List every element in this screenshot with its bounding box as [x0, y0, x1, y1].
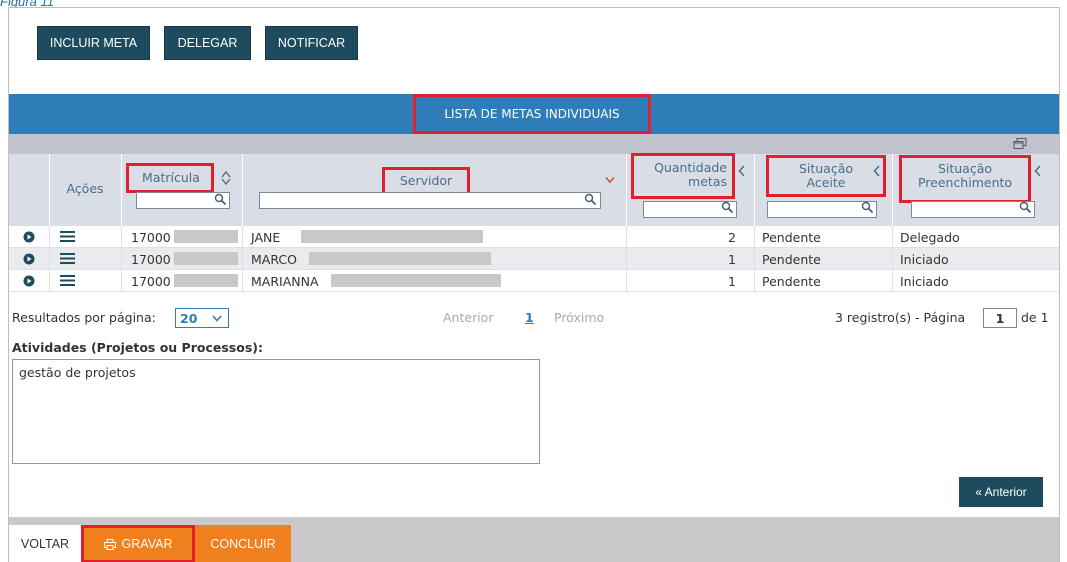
anterior-button[interactable]: « Anterior	[959, 477, 1043, 507]
col-header-quantidade-line1: Quantidade	[654, 160, 727, 175]
cell-matricula: 17000	[131, 273, 171, 289]
situacao-preenchimento-filter-input[interactable]	[911, 201, 1035, 218]
anterior-link[interactable]: Anterior	[443, 310, 493, 325]
chevron-down-icon	[212, 315, 222, 322]
cell-situacao-aceite: Pendente	[762, 251, 821, 267]
footer-bar: VOLTAR GRAVAR CONCLUIR	[9, 517, 1059, 562]
redacted-block	[331, 274, 501, 287]
redacted-block	[309, 252, 491, 265]
results-per-page-label: Resultados por página:	[12, 310, 156, 325]
grid-line	[242, 226, 243, 292]
cell-situacao-aceite: Pendente	[762, 273, 821, 289]
col-header-situacao-aceite[interactable]: Situação Aceite	[771, 162, 881, 190]
sort-icon[interactable]	[221, 170, 231, 186]
total-pages: de 1	[1021, 310, 1049, 325]
cell-situacao-aceite: Pendente	[762, 229, 821, 245]
chevron-left-icon[interactable]	[738, 165, 746, 177]
menu-icon[interactable]	[60, 230, 75, 243]
grid-line	[121, 226, 122, 292]
redacted-block	[174, 230, 238, 243]
cell-quantidade: 1	[728, 273, 736, 289]
proximo-link[interactable]: Próximo	[554, 310, 604, 325]
search-icon[interactable]	[1019, 201, 1032, 214]
column-separator	[892, 154, 893, 226]
incluir-meta-button[interactable]: INCLUIR META	[37, 26, 150, 60]
cell-situacao-preenchimento: Delegado	[900, 229, 960, 245]
gravar-label: GRAVAR	[121, 537, 173, 551]
column-separator	[626, 154, 627, 226]
cell-matricula: 17000	[131, 229, 171, 245]
grid-line	[49, 226, 50, 292]
page-number-input[interactable]: 1	[983, 308, 1017, 328]
column-separator	[49, 154, 50, 226]
cell-quantidade: 1	[728, 251, 736, 267]
grid-line	[892, 226, 893, 292]
chevron-left-icon[interactable]	[1034, 165, 1042, 177]
grid-line	[754, 226, 755, 292]
gravar-button[interactable]: GRAVAR	[81, 525, 195, 562]
column-separator	[121, 154, 122, 226]
expand-icon[interactable]	[23, 275, 35, 287]
expand-icon[interactable]	[23, 253, 35, 265]
col-header-aceite-line1: Situação	[798, 161, 854, 176]
redacted-block	[174, 252, 238, 265]
atividades-label: Atividades (Projetos ou Processos):	[12, 340, 263, 355]
expand-icon[interactable]	[23, 231, 35, 243]
search-icon[interactable]	[721, 201, 734, 214]
col-header-acoes: Ações	[66, 181, 104, 196]
col-header-preench-line1: Situação	[937, 161, 993, 176]
notificar-button[interactable]: NOTIFICAR	[265, 26, 358, 60]
chevron-down-icon[interactable]	[605, 176, 615, 184]
cell-situacao-preenchimento: Iniciado	[900, 251, 949, 267]
atividades-textarea[interactable]: gestão de projetos	[12, 359, 540, 464]
cell-quantidade: 2	[728, 229, 736, 245]
search-icon[interactable]	[584, 193, 597, 206]
chevron-left-icon[interactable]	[873, 165, 881, 177]
col-header-preench-line2: Preenchimento	[917, 175, 1013, 190]
search-icon[interactable]	[861, 201, 874, 214]
current-page-link[interactable]: 1	[525, 310, 534, 325]
menu-icon[interactable]	[60, 252, 75, 265]
concluir-button[interactable]: CONCLUIR	[195, 525, 291, 562]
table-row[interactable]: 17000 MARCO 1 Pendente Iniciado	[9, 248, 1059, 270]
page-frame: INCLUIR META DELEGAR NOTIFICAR LISTA DE …	[8, 7, 1060, 562]
grid-line	[626, 226, 627, 292]
records-summary: 3 registro(s) - Página	[835, 310, 966, 325]
search-icon[interactable]	[214, 193, 227, 206]
cell-matricula: 17000	[131, 251, 171, 267]
table-header-strip	[9, 134, 1059, 154]
cell-situacao-preenchimento: Iniciado	[900, 273, 949, 289]
page-size-value: 20	[180, 310, 198, 326]
redacted-block	[174, 274, 238, 287]
col-header-quantidade[interactable]: Quantidade metas	[635, 161, 731, 189]
table-row[interactable]: 17000 JANE 2 Pendente Delegado	[9, 226, 1059, 248]
pagination-bar: Resultados por página: 20 Anterior 1 Pró…	[9, 308, 1059, 330]
col-header-matricula[interactable]: Matrícula	[131, 171, 211, 185]
cell-servidor: JANE	[251, 229, 281, 245]
printer-icon	[103, 538, 116, 550]
voltar-button[interactable]: VOLTAR	[9, 525, 81, 562]
servidor-filter-input[interactable]	[259, 192, 601, 209]
menu-icon[interactable]	[60, 274, 75, 287]
table-row[interactable]: 17000 MARIANNA 1 Pendente Iniciado	[9, 270, 1059, 292]
delegar-button[interactable]: DELEGAR	[164, 26, 251, 60]
col-header-servidor[interactable]: Servidor	[385, 174, 467, 188]
list-header: LISTA DE METAS INDIVIDUAIS	[9, 94, 1059, 134]
col-header-situacao-preenchimento[interactable]: Situação Preenchimento	[902, 162, 1028, 190]
list-title: LISTA DE METAS INDIVIDUAIS	[413, 94, 651, 134]
column-separator	[754, 154, 755, 226]
cell-servidor: MARIANNA	[251, 273, 319, 289]
page-size-select[interactable]: 20	[175, 308, 229, 328]
restore-window-icon[interactable]	[1013, 138, 1027, 150]
redacted-block	[301, 230, 483, 243]
col-header-aceite-line2: Aceite	[806, 175, 846, 190]
column-separator	[242, 154, 243, 226]
col-header-quantidade-line2: metas	[688, 174, 727, 189]
cell-servidor: MARCO	[251, 251, 297, 267]
